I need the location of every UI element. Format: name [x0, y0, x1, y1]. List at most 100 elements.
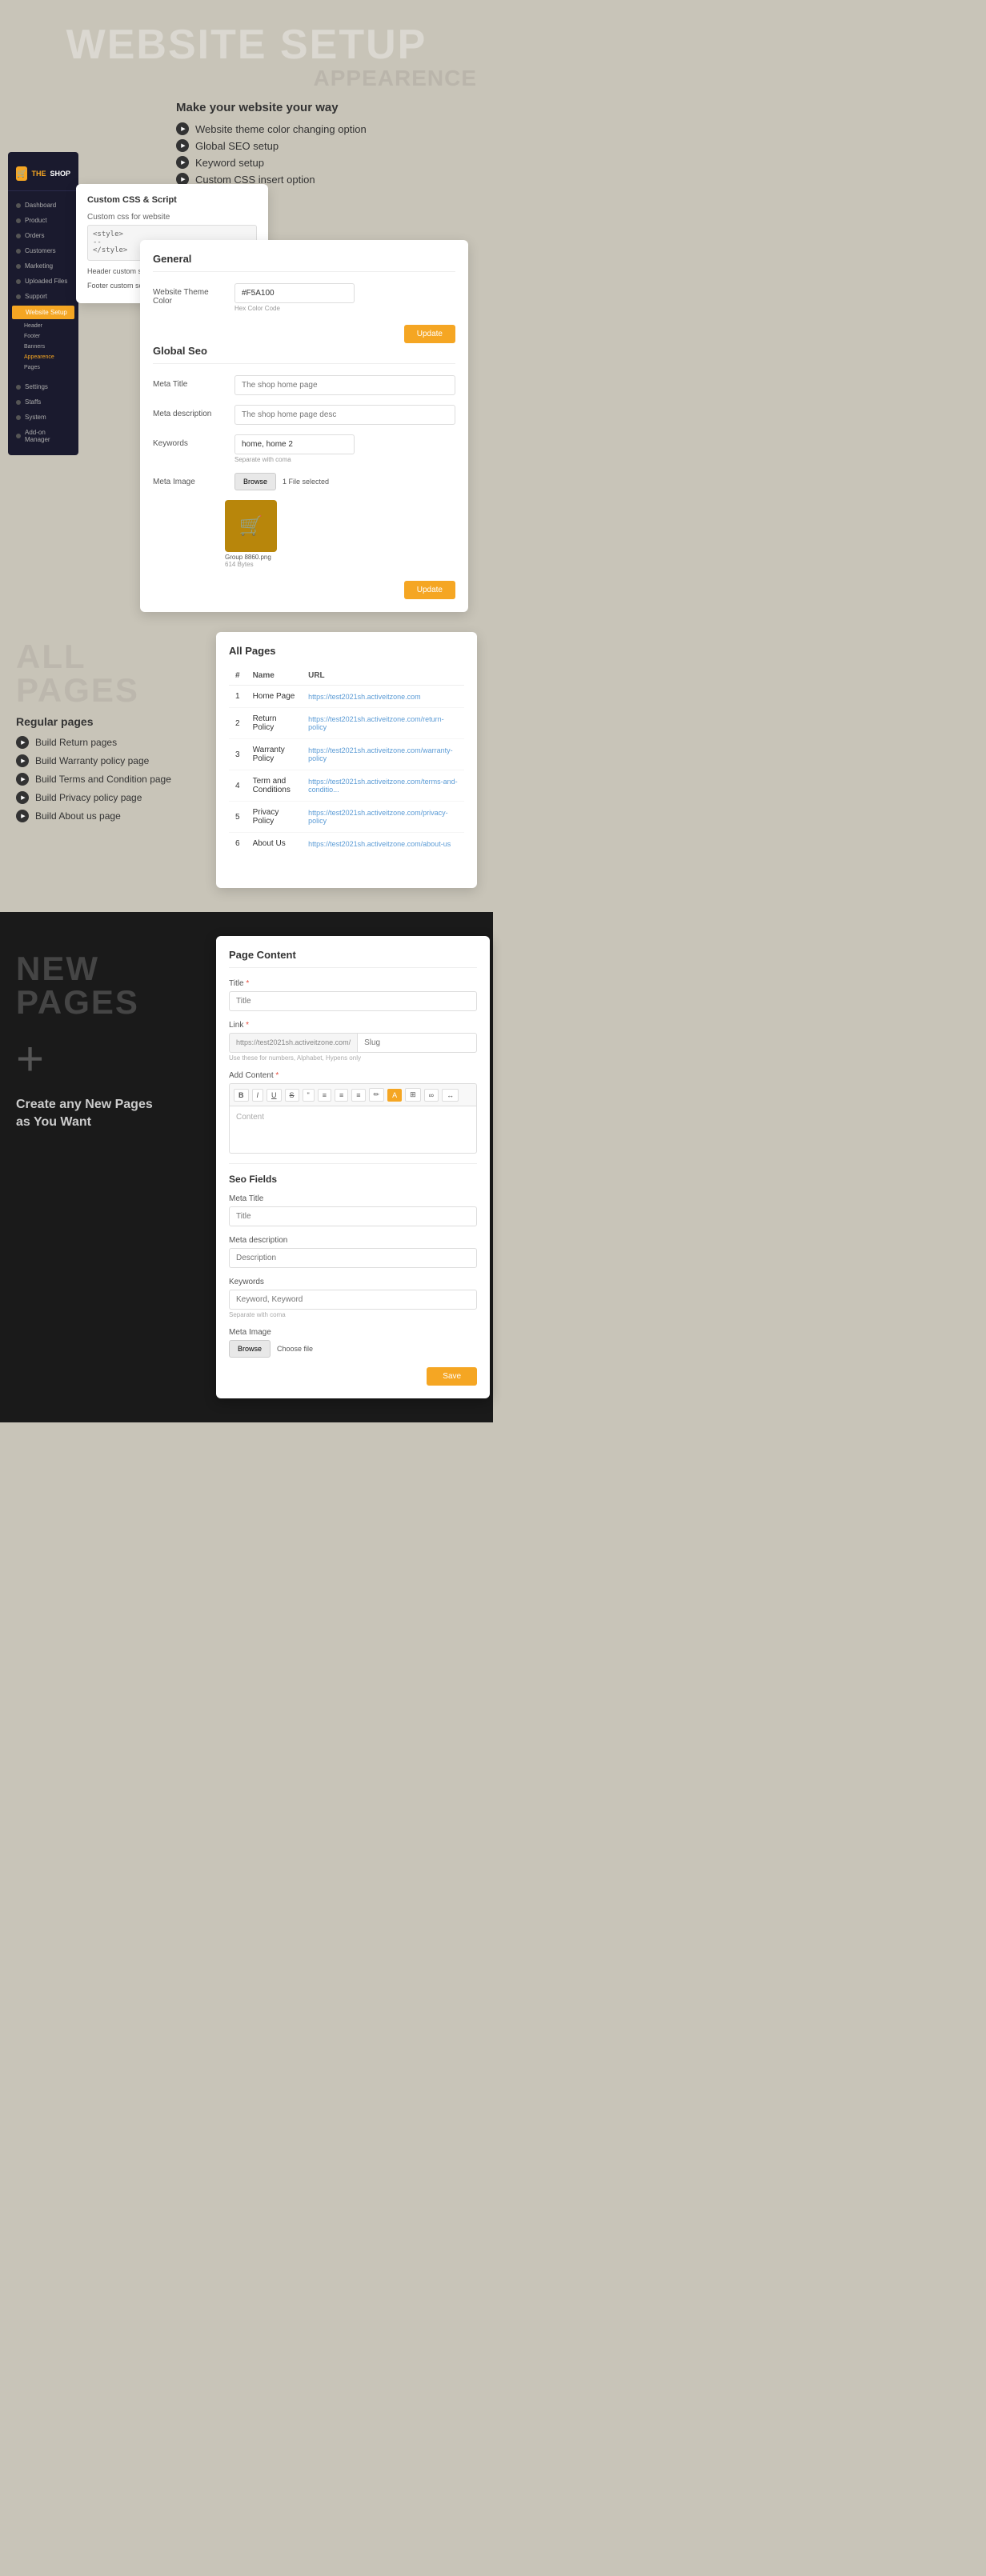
- section-all-pages: ALL PAGES Regular pages Build Return pag…: [0, 608, 493, 912]
- link-hint: Use these for numbers, Alphabet, Hypens …: [229, 1054, 477, 1062]
- nav-dot: [16, 434, 21, 438]
- nav-dot: [16, 203, 21, 208]
- row-name: Return Policy: [246, 708, 303, 739]
- seo-meta-image-label: Meta Image: [229, 1328, 477, 1337]
- list-button[interactable]: ≡: [318, 1089, 331, 1102]
- theme-color-label: Website Theme Color: [153, 283, 225, 306]
- save-button[interactable]: Save: [427, 1367, 477, 1386]
- seo-meta-desc-field: Meta description: [229, 1236, 477, 1268]
- divider: [229, 1163, 477, 1164]
- pages-feature-item: Build Return pages: [16, 736, 200, 749]
- logo-shop: SHOP: [50, 170, 70, 178]
- regular-pages-subtitle: Regular pages: [16, 715, 200, 728]
- row-name: Term and Conditions: [246, 770, 303, 802]
- feature-item: Keyword setup: [176, 156, 477, 169]
- title-input[interactable]: [229, 991, 477, 1011]
- hero-features-list: Website theme color changing option Glob…: [176, 122, 477, 186]
- subnav-appearence[interactable]: Appearence: [20, 352, 78, 362]
- update-button-2[interactable]: Update: [404, 581, 455, 599]
- required-star: *: [275, 1071, 279, 1080]
- sidebar-item-marketing[interactable]: Marketing: [8, 258, 78, 274]
- sidebar-item-staffs[interactable]: Staffs: [8, 394, 78, 410]
- meta-desc-row: Meta description: [153, 405, 455, 425]
- play-icon: [16, 810, 29, 822]
- seo-meta-desc-input[interactable]: [229, 1248, 477, 1268]
- content-field: Add Content * B I U S " ≡ ≡ ≡ ✏ A ⊞ ∞ ↔ …: [229, 1071, 477, 1154]
- subnav-footer[interactable]: Footer: [20, 331, 78, 342]
- sidebar-item-uploaded-files[interactable]: Uploaded Files: [8, 274, 78, 289]
- subnav-header[interactable]: Header: [20, 321, 78, 331]
- play-icon: [176, 156, 189, 169]
- admin-subnav: Header Footer Banners Appearence Pages: [8, 321, 78, 373]
- sidebar-item-customers[interactable]: Customers: [8, 243, 78, 258]
- list3-button[interactable]: ≡: [351, 1089, 365, 1102]
- nav-dot: [16, 249, 21, 254]
- seo-keywords-input[interactable]: [229, 1290, 477, 1310]
- browse-button[interactable]: Browse: [234, 473, 276, 490]
- meta-title-input[interactable]: [234, 375, 455, 395]
- pages-feature-item: Build About us page: [16, 810, 200, 822]
- subnav-banners[interactable]: Banners: [20, 342, 78, 352]
- slug-input[interactable]: [357, 1033, 477, 1053]
- seo-meta-title-field: Meta Title: [229, 1194, 477, 1226]
- list2-button[interactable]: ≡: [335, 1089, 348, 1102]
- title-field: Title *: [229, 979, 477, 1011]
- content-editor[interactable]: Content: [229, 1106, 477, 1154]
- italic-button[interactable]: I: [252, 1089, 264, 1102]
- seo-fields-title: Seo Fields: [229, 1174, 477, 1185]
- play-icon: [16, 773, 29, 786]
- subnav-pages[interactable]: Pages: [20, 362, 78, 373]
- meta-desc-input[interactable]: [234, 405, 455, 425]
- seo-browse-button[interactable]: Browse: [229, 1340, 271, 1358]
- row-name: Privacy Policy: [246, 802, 303, 833]
- sidebar-item-system[interactable]: System: [8, 410, 78, 425]
- strikethrough-button[interactable]: S: [285, 1089, 299, 1102]
- update-button-1[interactable]: Update: [404, 325, 455, 343]
- highlight-button[interactable]: A: [387, 1089, 402, 1102]
- hero-main-title: WEBSITE SETUP: [16, 24, 477, 66]
- row-url: https://test2021sh.activeitzone.com/retu…: [302, 708, 464, 739]
- quote-button[interactable]: ": [303, 1089, 315, 1102]
- admin-logo: 🛒 THE SHOP: [8, 160, 78, 191]
- expand-button[interactable]: ↔: [442, 1089, 459, 1102]
- keywords-input[interactable]: [234, 434, 355, 454]
- sidebar-item-dashboard[interactable]: Dashboard: [8, 198, 78, 213]
- sidebar-item-website-setup[interactable]: Website Setup: [12, 306, 74, 319]
- admin-sidebar: 🛒 THE SHOP Dashboard Product Orders Cust…: [8, 152, 78, 455]
- all-pages-table-card: All Pages # Name URL 1 Home Page https:/…: [216, 632, 477, 888]
- file-selected-text: 1 File selected: [283, 478, 329, 486]
- col-url: URL: [302, 666, 464, 686]
- seo-keywords-label: Keywords: [229, 1278, 477, 1286]
- link-button[interactable]: ∞: [424, 1089, 439, 1102]
- title-field-label: Title *: [229, 979, 477, 988]
- sidebar-item-settings[interactable]: Settings: [8, 379, 78, 394]
- theme-color-input[interactable]: [234, 283, 355, 303]
- sidebar-item-support[interactable]: Support: [8, 289, 78, 304]
- sidebar-item-addon[interactable]: Add-on Manager: [8, 425, 78, 447]
- edit-button[interactable]: ✏: [369, 1088, 385, 1102]
- seo-keywords-hint: Separate with coma: [229, 1311, 477, 1318]
- keywords-label: Keywords: [153, 434, 225, 448]
- link-field: Link * https://test2021sh.activeitzone.c…: [229, 1021, 477, 1062]
- pages-feature-item: Build Warranty policy page: [16, 754, 200, 767]
- row-num: 2: [229, 708, 246, 739]
- sidebar-item-product[interactable]: Product: [8, 213, 78, 228]
- col-num: #: [229, 666, 246, 686]
- cart-preview-icon: 🛒: [239, 514, 263, 538]
- row-num: 5: [229, 802, 246, 833]
- meta-image-label: Meta Image: [153, 473, 225, 486]
- seo-meta-title-label: Meta Title: [229, 1194, 477, 1203]
- table-button[interactable]: ⊞: [405, 1088, 421, 1102]
- table-row: 2 Return Policy https://test2021sh.activ…: [229, 708, 464, 739]
- underline-button[interactable]: U: [267, 1089, 282, 1102]
- sidebar-item-orders[interactable]: Orders: [8, 228, 78, 243]
- seo-meta-title-input[interactable]: [229, 1206, 477, 1226]
- row-url: https://test2021sh.activeitzone.com/priv…: [302, 802, 464, 833]
- hero-subtitle: APPEARENCE: [16, 66, 477, 91]
- row-name: Home Page: [246, 686, 303, 708]
- meta-image-row: Meta Image Browse 1 File selected: [153, 473, 455, 490]
- bold-button[interactable]: B: [234, 1089, 249, 1102]
- keywords-hint: Separate with coma: [234, 456, 455, 463]
- nav-dot: [16, 279, 21, 284]
- feature-item: Website theme color changing option: [176, 122, 477, 135]
